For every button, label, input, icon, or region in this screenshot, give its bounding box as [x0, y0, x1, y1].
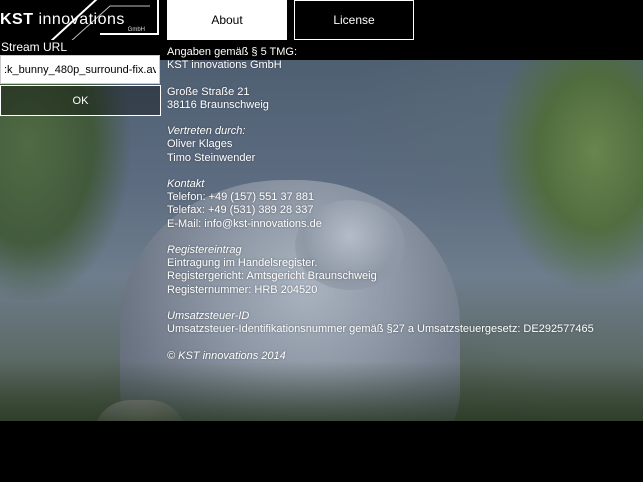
- logo-gmbh: GmbH: [127, 27, 145, 33]
- logo-wordmark: KST innovations: [0, 11, 125, 29]
- contact-fax: Telefax: +49 (531) 389 28 337: [167, 204, 314, 217]
- about-button[interactable]: About: [167, 0, 287, 40]
- imprint-text: Angaben gemäß § 5 TMG: KST innovations G…: [167, 46, 594, 363]
- copyright: © KST innovations 2014: [167, 349, 286, 362]
- contact-email: E-Mail: info@kst-innovations.de: [167, 217, 322, 230]
- register-court: Registergericht: Amtsgericht Braunschwei…: [167, 270, 377, 283]
- contact-heading: Kontakt: [167, 177, 205, 190]
- kst-logo: KST innovations GmbH: [0, 0, 161, 40]
- stream-url-input[interactable]: [0, 55, 160, 84]
- contact-phone: Telefon: +49 (157) 551 37 881: [167, 191, 315, 204]
- vat-number: Umsatzsteuer-Identifikationsnummer gemäß…: [167, 323, 594, 336]
- ground: [0, 361, 643, 421]
- logo-brand-suffix: innovations: [33, 11, 125, 28]
- register-number: Registernummer: HRB 204520: [167, 283, 318, 296]
- imprint-city: 38116 Braunschweig: [167, 98, 269, 111]
- register-entry: Eintragung im Handelsregister.: [167, 257, 318, 270]
- imprint-intro: Angaben gemäß § 5 TMG:: [167, 46, 298, 58]
- ok-button[interactable]: OK: [0, 85, 161, 116]
- imprint-company: KST innovations GmbH: [167, 59, 282, 72]
- register-heading: Registereintrag: [167, 243, 242, 256]
- license-button[interactable]: License: [294, 0, 414, 40]
- imprint-street: Große Straße 21: [167, 85, 250, 98]
- representative-2: Timo Steinwender: [167, 151, 256, 164]
- logo-brand: KST: [0, 11, 34, 28]
- stream-url-label: Stream URL: [1, 40, 68, 54]
- vat-heading: Umsatzsteuer-ID: [167, 309, 250, 322]
- representatives-heading: Vertreten durch:: [167, 125, 246, 138]
- representative-1: Oliver Klages: [167, 138, 233, 151]
